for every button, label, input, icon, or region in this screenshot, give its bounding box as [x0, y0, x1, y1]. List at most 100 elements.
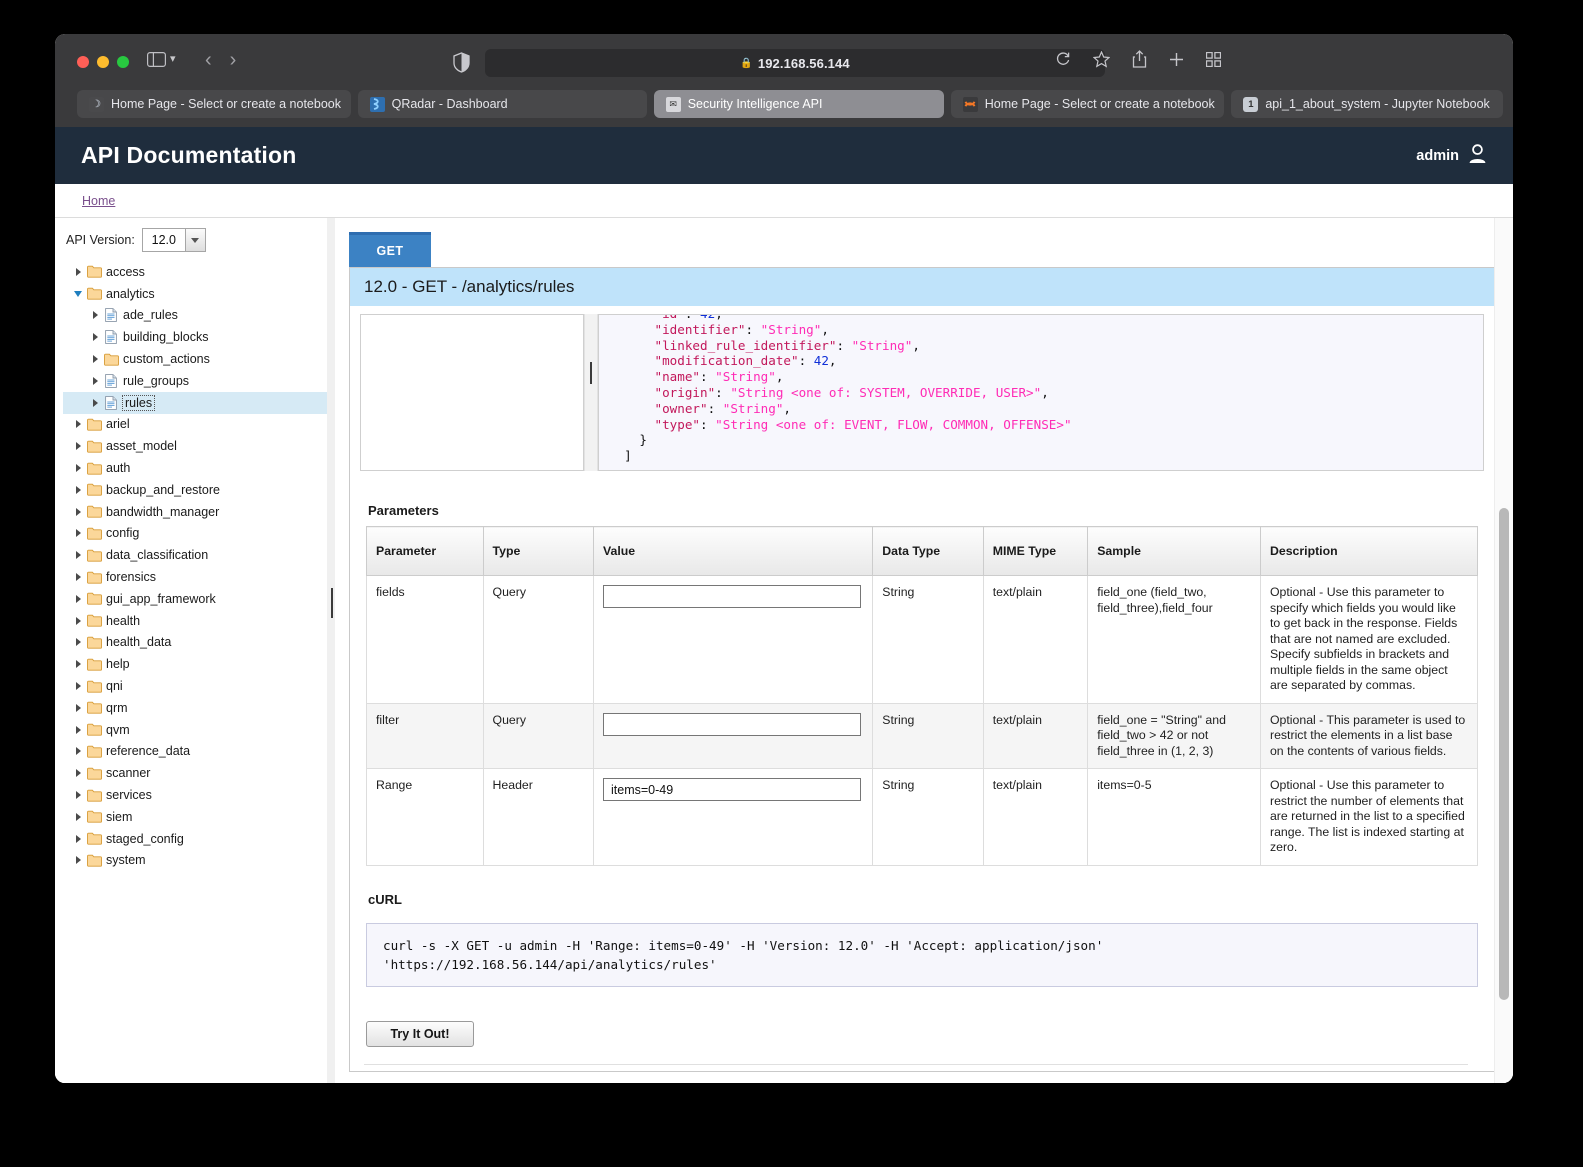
- new-tab-icon[interactable]: [1169, 52, 1184, 67]
- chevron-right-icon[interactable]: [71, 267, 85, 276]
- window-controls[interactable]: [77, 56, 129, 68]
- splitter-handle[interactable]: [331, 588, 333, 618]
- tree-item-forensics[interactable]: forensics: [63, 566, 335, 588]
- tree-item-services[interactable]: services: [63, 784, 335, 806]
- browser-tab-3[interactable]: Home Page - Select or create a notebook: [950, 90, 1225, 118]
- tree-item-analytics[interactable]: analytics: [63, 283, 335, 305]
- folder-icon: [85, 462, 103, 475]
- chevron-down-icon[interactable]: [184, 229, 205, 251]
- browser-tab-0[interactable]: ☽ Home Page - Select or create a noteboo…: [77, 90, 351, 118]
- chevron-right-icon[interactable]: [88, 311, 102, 320]
- chevron-right-icon[interactable]: [88, 398, 102, 407]
- chevron-right-icon[interactable]: [71, 485, 85, 494]
- tree-item-reference_data[interactable]: reference_data: [63, 741, 335, 763]
- chevron-right-icon[interactable]: [71, 660, 85, 669]
- tree-item-rule_groups[interactable]: rule_groups: [63, 370, 335, 392]
- user-avatar-icon[interactable]: [1468, 143, 1487, 168]
- chevron-right-icon[interactable]: [71, 464, 85, 473]
- tree-item-qrm[interactable]: qrm: [63, 697, 335, 719]
- close-window-button[interactable]: [77, 56, 89, 68]
- browser-tab-1[interactable]: QRadar - Dashboard: [357, 90, 647, 118]
- tree-item-config[interactable]: config: [63, 523, 335, 545]
- bookmark-icon[interactable]: [1093, 50, 1110, 68]
- tree-item-help[interactable]: help: [63, 653, 335, 675]
- chevron-right-icon[interactable]: [88, 355, 102, 364]
- chevron-down-icon[interactable]: [71, 290, 85, 297]
- back-icon[interactable]: ‹: [205, 50, 212, 70]
- chevron-right-icon[interactable]: [71, 420, 85, 429]
- response-nav-pane[interactable]: [360, 314, 584, 471]
- tab-overview-icon[interactable]: [1206, 51, 1221, 67]
- page-scrollbar-thumb[interactable]: [1499, 508, 1509, 1000]
- tree-item-staged_config[interactable]: staged_config: [63, 828, 335, 850]
- toolbar-right-icons[interactable]: [1055, 50, 1221, 68]
- maximize-window-button[interactable]: [117, 56, 129, 68]
- browser-tab-strip[interactable]: ☽ Home Page - Select or create a noteboo…: [77, 90, 1504, 118]
- user-menu[interactable]: admin: [1416, 143, 1487, 168]
- response-splitter[interactable]: [584, 314, 598, 471]
- api-version-select[interactable]: 12.0: [141, 228, 206, 252]
- chevron-right-icon[interactable]: [71, 573, 85, 582]
- parameter-value-input-filter[interactable]: [603, 712, 861, 736]
- tree-item-health_data[interactable]: health_data: [63, 632, 335, 654]
- chevron-right-icon[interactable]: [71, 507, 85, 516]
- tree-item-custom_actions[interactable]: custom_actions: [63, 348, 335, 370]
- chevron-right-icon[interactable]: [71, 747, 85, 756]
- table-row: filter Query String text/plain field_one = "…: [366, 702, 1479, 769]
- share-icon[interactable]: [1132, 50, 1147, 68]
- sidebar-icon[interactable]: [147, 52, 166, 67]
- address-bar-text[interactable]: 🔒 192.168.56.144: [485, 49, 1105, 77]
- tree-item-rules[interactable]: rules: [63, 391, 335, 414]
- tree-item-access[interactable]: access: [63, 261, 335, 283]
- sidebar-toggle-group[interactable]: ▾: [147, 52, 176, 67]
- parameter-value-input-Range[interactable]: [603, 778, 861, 801]
- shield-icon[interactable]: [453, 52, 470, 78]
- tree-item-building_blocks[interactable]: building_blocks: [63, 326, 335, 348]
- chevron-right-icon[interactable]: [88, 333, 102, 342]
- tree-item-health[interactable]: health: [63, 610, 335, 632]
- tree-item-ariel[interactable]: ariel: [63, 414, 335, 436]
- chevron-right-icon[interactable]: [71, 769, 85, 778]
- tree-item-backup_and_restore[interactable]: backup_and_restore: [63, 479, 335, 501]
- api-version-value: 12.0: [151, 233, 176, 247]
- tree-item-system[interactable]: system: [63, 850, 335, 872]
- try-it-out-button[interactable]: Try It Out!: [366, 1020, 474, 1047]
- method-tab-get[interactable]: GET: [349, 232, 431, 267]
- tree-item-qvm[interactable]: qvm: [63, 719, 335, 741]
- table-row: fields Query String text/plain field_one (fi…: [366, 575, 1479, 704]
- splitter-handle[interactable]: [590, 362, 592, 384]
- chevron-right-icon[interactable]: [71, 682, 85, 691]
- tree-item-ade_rules[interactable]: ade_rules: [63, 305, 335, 327]
- chevron-right-icon[interactable]: [71, 791, 85, 800]
- browser-tab-4[interactable]: 1 api_1_about_system - Jupyter Notebook: [1231, 90, 1504, 118]
- chevron-right-icon[interactable]: [71, 594, 85, 603]
- chevron-right-icon[interactable]: [71, 725, 85, 734]
- tree-item-auth[interactable]: auth: [63, 457, 335, 479]
- minimize-window-button[interactable]: [97, 56, 109, 68]
- tree-item-asset_model[interactable]: asset_model: [63, 435, 335, 457]
- breadcrumb-home-link[interactable]: Home: [82, 194, 115, 208]
- nav-buttons[interactable]: ‹ ›: [205, 50, 236, 70]
- tree-item-bandwidth_manager[interactable]: bandwidth_manager: [63, 501, 335, 523]
- chevron-right-icon[interactable]: [71, 856, 85, 865]
- tree-item-scanner[interactable]: scanner: [63, 762, 335, 784]
- chevron-right-icon[interactable]: [88, 376, 102, 385]
- tree-item-data_classification[interactable]: data_classification: [63, 544, 335, 566]
- chevron-right-icon[interactable]: [71, 529, 85, 538]
- chevron-right-icon[interactable]: [71, 638, 85, 647]
- tree-item-gui_app_framework[interactable]: gui_app_framework: [63, 588, 335, 610]
- reload-icon[interactable]: [1055, 51, 1071, 67]
- forward-icon[interactable]: ›: [230, 50, 237, 70]
- api-tree[interactable]: access analytics ade_rules building_blocks c…: [63, 261, 335, 871]
- chevron-down-icon[interactable]: ▾: [170, 54, 176, 65]
- chevron-right-icon[interactable]: [71, 616, 85, 625]
- tree-item-siem[interactable]: siem: [63, 806, 335, 828]
- chevron-right-icon[interactable]: [71, 442, 85, 451]
- chevron-right-icon[interactable]: [71, 812, 85, 821]
- parameter-value-input-fields[interactable]: [603, 585, 861, 608]
- tree-item-qni[interactable]: qni: [63, 675, 335, 697]
- chevron-right-icon[interactable]: [71, 703, 85, 712]
- browser-tab-2[interactable]: ✉ Security Intelligence API: [653, 90, 944, 118]
- chevron-right-icon[interactable]: [71, 551, 85, 560]
- chevron-right-icon[interactable]: [71, 834, 85, 843]
